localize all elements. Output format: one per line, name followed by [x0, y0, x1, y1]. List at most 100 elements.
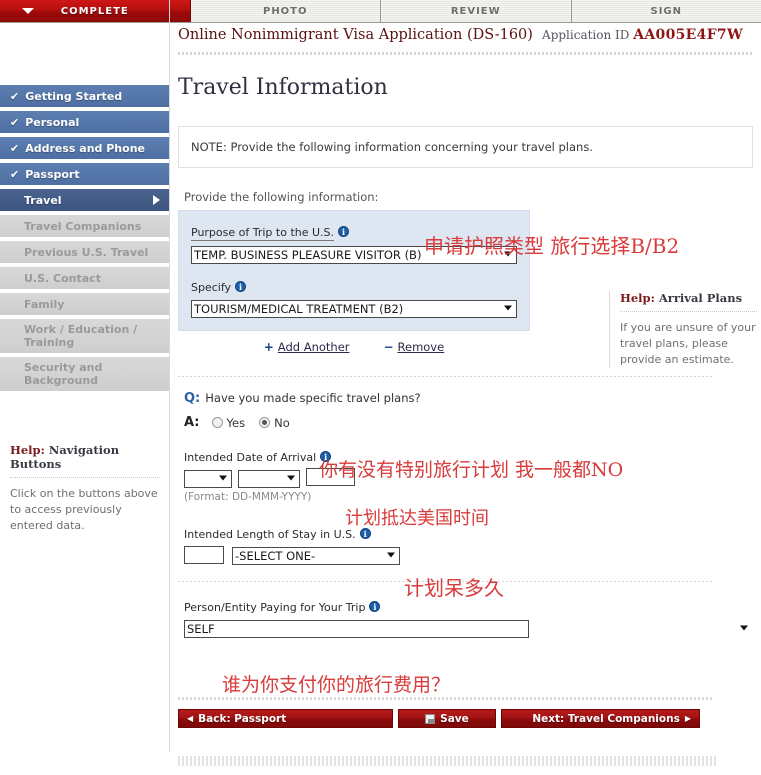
check-icon: ✔ — [10, 89, 20, 103]
tab-review-label: REVIEW — [450, 5, 501, 17]
sidebar-help-body: Click on the buttons above to access pre… — [10, 487, 158, 532]
radio-yes[interactable] — [211, 417, 223, 428]
payer-block: Person/Entity Paying for Your Trip i SELF — [178, 596, 753, 638]
arrival-help-title-word: Help: — [620, 291, 655, 305]
sidebar-item-getting-started[interactable]: ✔ Getting Started — [0, 85, 170, 107]
sidebar-item-label: Travel — [24, 193, 62, 207]
arrival-day-select[interactable] — [184, 470, 232, 488]
purpose-select[interactable]: TEMP. BUSINESS PLEASURE VISITOR (B) — [191, 246, 517, 264]
sidebar-item-family[interactable]: Family — [0, 293, 170, 315]
application-title: Online Nonimmigrant Visa Application (DS… — [178, 27, 533, 43]
provide-info-label: Provide the following information: — [184, 190, 379, 204]
remove-control[interactable]: − Remove — [384, 340, 445, 354]
tab-complete-label: COMPLETE — [60, 5, 129, 17]
purpose-field-group: Purpose of Trip to the U.S. i TEMP. BUSIN… — [191, 221, 517, 264]
sidebar-item-label: U.S. Contact — [24, 271, 101, 285]
remove-link[interactable]: Remove — [398, 340, 445, 354]
sidebar-item-security-and-background[interactable]: Security and Background — [0, 357, 170, 391]
arrival-label: Intended Date of Arrival — [184, 451, 317, 464]
application-header: Online Nonimmigrant Visa Application (DS… — [170, 23, 761, 49]
info-icon[interactable]: i — [320, 451, 332, 462]
tab-review[interactable]: REVIEW — [381, 0, 572, 22]
note-box: NOTE: Provide the following information … — [178, 126, 753, 168]
arrow-right-icon: ▶ — [684, 714, 691, 723]
save-button-label: Save — [440, 712, 469, 725]
stay-fields: -SELECT ONE- — [184, 545, 753, 565]
sidebar-item-personal[interactable]: ✔ Personal — [0, 111, 170, 133]
sidebar-item-address-and-phone[interactable]: ✔ Address and Phone — [0, 137, 170, 159]
sidebar-item-label: Address and Phone — [25, 141, 145, 155]
payer-divider — [178, 581, 713, 582]
save-disk-icon — [425, 713, 436, 724]
sidebar-help-panel: Help: Navigation Buttons Click on the bu… — [8, 443, 162, 534]
sidebar-item-label: Personal — [25, 115, 80, 129]
arrival-year-input[interactable] — [306, 468, 355, 486]
arrival-month-wrap — [238, 468, 300, 488]
stay-label: Intended Length of Stay in U.S. — [184, 528, 356, 541]
application-id-value: AA005E4F7W — [633, 27, 743, 43]
question-marker: Q: — [184, 391, 201, 406]
note-text: NOTE: Provide the following information … — [191, 140, 593, 154]
check-icon: ✔ — [10, 167, 20, 181]
back-button[interactable]: ◀ Back: Passport — [178, 709, 394, 728]
application-id-label: Application ID — [542, 28, 630, 42]
sidebar-item-travel-companions[interactable]: Travel Companions — [0, 215, 170, 237]
sidebar-item-travel[interactable]: Travel — [0, 189, 170, 211]
arrival-help-title-rest: Arrival Plans — [654, 291, 743, 305]
arrival-date-fields — [184, 468, 753, 488]
sidebar: ✔ Getting Started ✔ Personal ✔ Address a… — [0, 23, 170, 775]
answer-row: A: Yes No — [184, 415, 753, 430]
specify-select[interactable]: TOURISM/MEDICAL TREATMENT (B2) — [191, 300, 517, 318]
sidebar-item-label: Work / Education / Training — [24, 323, 138, 349]
specify-field-group: Specify i TOURISM/MEDICAL TREATMENT (B2) — [191, 276, 517, 318]
info-icon[interactable]: i — [235, 281, 247, 292]
chevron-down-icon — [22, 8, 34, 14]
stay-number-input[interactable] — [184, 546, 224, 564]
add-remove-row: + Add Another − Remove — [178, 340, 530, 354]
sidebar-item-label: Getting Started — [25, 89, 123, 103]
tab-photo[interactable]: PHOTO — [190, 0, 381, 22]
stay-unit-select[interactable]: -SELECT ONE- — [232, 547, 400, 565]
add-another-control[interactable]: + Add Another — [264, 340, 350, 354]
sidebar-item-work-education-training[interactable]: Work / Education / Training — [0, 319, 170, 353]
arrival-month-select[interactable] — [238, 470, 300, 488]
radio-yes-label: Yes — [226, 415, 246, 430]
purpose-panel: Purpose of Trip to the U.S. i TEMP. BUSIN… — [178, 210, 530, 331]
tab-complete[interactable]: COMPLETE — [0, 0, 191, 22]
sidebar-item-us-contact[interactable]: U.S. Contact — [0, 267, 170, 289]
bottom-bar: ◀ Back: Passport Save Next: Travel Compa… — [178, 697, 713, 728]
main-content: Online Nonimmigrant Visa Application (DS… — [170, 23, 761, 775]
info-icon[interactable]: i — [359, 528, 371, 539]
payer-select[interactable]: SELF — [184, 620, 529, 638]
purpose-select-wrap: TEMP. BUSINESS PLEASURE VISITOR (B) — [191, 244, 517, 264]
sidebar-item-previous-us-travel[interactable]: Previous U.S. Travel — [0, 241, 170, 263]
arrival-day-wrap — [184, 468, 232, 488]
payer-select-wrap: SELF — [184, 618, 753, 638]
sidebar-item-passport[interactable]: ✔ Passport — [0, 163, 170, 185]
plus-icon: + — [263, 340, 274, 354]
navigation-buttons: ◀ Back: Passport Save Next: Travel Compa… — [178, 709, 700, 728]
question-text: Have you made specific travel plans? — [205, 391, 421, 405]
arrival-help-title: Help: Arrival Plans — [620, 291, 757, 312]
answer-marker: A: — [184, 415, 200, 430]
sidebar-help-title: Help: Navigation Buttons — [10, 443, 160, 478]
arrival-date-block: Intended Date of Arrival i (Format: DD-M… — [178, 446, 753, 503]
question-row: Q: Have you made specific travel plans? — [184, 391, 753, 406]
save-button[interactable]: Save — [398, 709, 496, 728]
sidebar-item-label: Family — [24, 297, 65, 311]
minus-icon: − — [383, 340, 394, 354]
tab-sign[interactable]: SIGN — [571, 0, 761, 22]
payer-label: Person/Entity Paying for Your Trip — [184, 601, 366, 614]
info-icon[interactable]: i — [338, 226, 350, 237]
add-another-link[interactable]: Add Another — [278, 340, 350, 354]
radio-no[interactable] — [259, 417, 271, 428]
page-title: Travel Information — [178, 75, 388, 100]
progress-tabbar: COMPLETE PHOTO REVIEW SIGN — [0, 0, 761, 23]
next-button-label: Next: Travel Companions — [532, 712, 680, 725]
next-button[interactable]: Next: Travel Companions ▶ — [500, 709, 700, 728]
arrow-left-icon: ◀ — [187, 714, 194, 723]
info-icon[interactable]: i — [369, 601, 381, 612]
travel-plans-question: Q: Have you made specific travel plans? A… — [178, 391, 753, 430]
check-icon: ✔ — [10, 141, 20, 155]
tab-sign-label: SIGN — [650, 5, 682, 17]
